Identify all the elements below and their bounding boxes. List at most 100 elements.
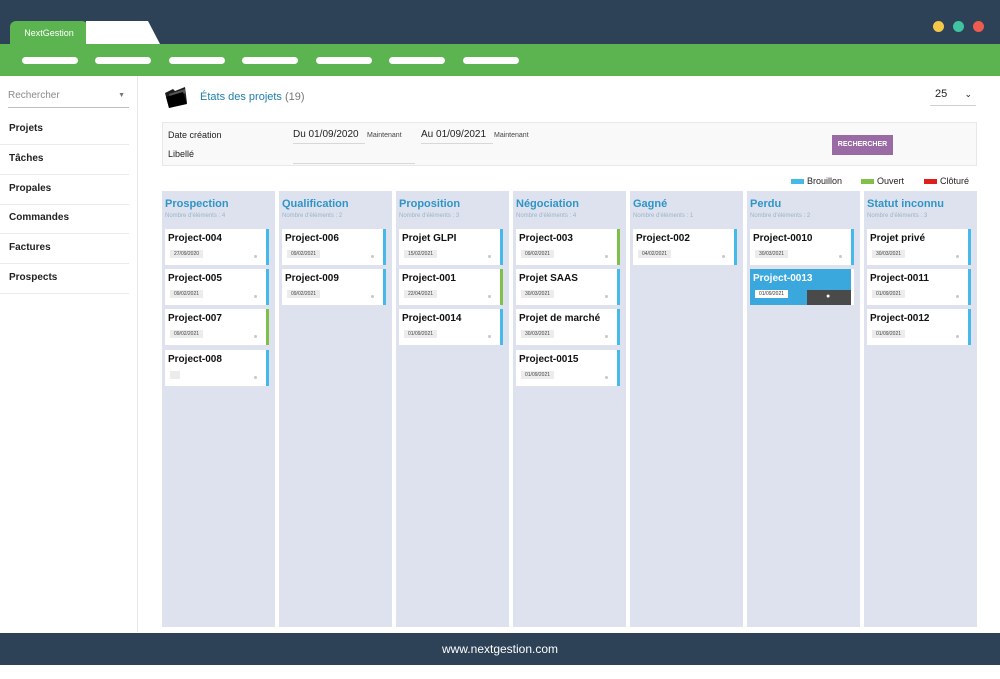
sidebar: Rechercher ▼ Projets Tâches Propales Com… [0,76,138,632]
card-title: Project-0013 [753,273,813,284]
comment-icon[interactable] [254,376,257,379]
project-card[interactable]: Project-007 09/02/2021 [165,309,269,345]
card-title: Project-004 [168,233,222,244]
sidebar-item-propales[interactable]: Propales [0,175,129,205]
legend-brouillon: Brouillon [791,176,842,186]
sidebar-item-commandes[interactable]: Commandes [0,204,129,234]
menu-placeholder-1[interactable] [22,57,78,64]
project-card[interactable]: Projet privé 30/03/2021 [867,229,971,265]
project-card[interactable]: Project-0010 30/03/2021 [750,229,854,265]
menu-placeholder-2[interactable] [95,57,151,64]
comment-button[interactable]: ● [807,290,851,305]
project-card[interactable]: Project-002 04/02/2021 [633,229,737,265]
date-from-field[interactable]: Du 01/09/2020 [293,129,359,140]
menu-placeholder-4[interactable] [242,57,298,64]
chevron-down-icon: ▼ [118,92,125,99]
comment-icon[interactable] [254,295,257,298]
comment-icon[interactable] [254,335,257,338]
close-dot-icon[interactable] [973,21,984,32]
card-title: Projet de marché [519,313,601,324]
date-from-underline [293,143,365,144]
project-card[interactable]: Project-009 09/02/2021 [282,269,386,305]
comment-icon[interactable] [254,255,257,258]
project-card[interactable]: Project-005 09/02/2021 [165,269,269,305]
comment-icon[interactable] [488,295,491,298]
column-title: Perdu [750,198,782,210]
project-card[interactable]: Project-0011 01/09/2021 [867,269,971,305]
comment-icon[interactable] [956,335,959,338]
project-card[interactable]: Project-0015 01/09/2021 [516,350,620,386]
column-count: Nombre d'éléments : 4 [516,213,577,219]
tab-new[interactable] [86,21,160,44]
comment-icon[interactable] [722,255,725,258]
sidebar-item-prospects[interactable]: Prospects [0,264,129,294]
menu-placeholder-7[interactable] [463,57,519,64]
column-count: Nombre d'éléments : 3 [867,213,928,219]
card-title: Project-0015 [519,354,579,365]
maximize-dot-icon[interactable] [953,21,964,32]
date-to-now-link[interactable]: Maintenant [494,132,529,139]
minimize-dot-icon[interactable] [933,21,944,32]
kanban-column: Statut inconnu Nombre d'éléments : 3 Proje… [864,191,977,627]
comment-icon[interactable] [605,335,608,338]
page-size-select[interactable]: 25 ⌄ [930,88,976,106]
tab-nextgestion[interactable]: NextGestion [10,21,100,44]
project-card[interactable]: Project-008 [165,350,269,386]
kanban-column: Qualification Nombre d'éléments : 2 Projec… [279,191,392,627]
sidebar-item-factures[interactable]: Factures [0,234,129,264]
card-title: Project-0011 [870,273,929,284]
card-date-badge: 09/02/2021 [287,290,321,298]
column-count: Nombre d'éléments : 3 [399,213,460,219]
kanban-column: Proposition Nombre d'éléments : 3 Projet G… [396,191,509,627]
card-date-badge: 09/02/2021 [287,250,321,258]
comment-icon[interactable] [605,376,608,379]
sidebar-item-projets[interactable]: Projets [0,115,129,145]
kanban-column: Prospection Nombre d'éléments : 4 Project-… [162,191,275,627]
menu-placeholder-5[interactable] [316,57,372,64]
comment-icon[interactable] [371,255,374,258]
menu-placeholder-3[interactable] [169,57,225,64]
project-card[interactable]: Project-0013 01/09/2021 ● [750,269,854,305]
legend-swatch [924,178,937,184]
sidebar-item-taches[interactable]: Tâches [0,145,129,175]
project-card[interactable]: Project-004 27/09/2020 [165,229,269,265]
card-title: Project-0010 [753,233,813,244]
comment-icon[interactable] [488,255,491,258]
card-title: Project-006 [285,233,339,244]
date-from-now-link[interactable]: Maintenant [367,132,402,139]
comment-icon: ● [826,293,831,300]
project-card[interactable]: Project-0014 01/09/2021 [399,309,503,345]
card-title: Projet privé [870,233,926,244]
project-card[interactable]: Projet de marché 30/03/2021 [516,309,620,345]
column-count: Nombre d'éléments : 2 [750,213,811,219]
project-card[interactable]: Project-006 09/02/2021 [282,229,386,265]
column-title: Négociation [516,198,579,210]
project-card[interactable]: Projet SAAS 30/03/2021 [516,269,620,305]
kanban-column: Négociation Nombre d'éléments : 4 Project-… [513,191,626,627]
date-label: Date création [168,130,222,140]
comment-icon[interactable] [488,335,491,338]
comment-icon[interactable] [605,295,608,298]
menu-placeholder-6[interactable] [389,57,445,64]
card-date-badge: 22/04/2021 [404,290,438,298]
comment-icon[interactable] [956,255,959,258]
search-select[interactable]: Rechercher ▼ [8,90,129,108]
comment-icon[interactable] [839,255,842,258]
project-card[interactable]: Projet GLPI 15/02/2021 [399,229,503,265]
kanban-column: Perdu Nombre d'éléments : 2 Project-0010 30… [747,191,860,627]
card-title: Projet GLPI [402,233,457,244]
comment-icon[interactable] [605,255,608,258]
comment-icon[interactable] [371,295,374,298]
legend-ouvert: Ouvert [861,176,904,186]
search-button[interactable]: RECHERCHER [832,135,893,155]
project-card[interactable]: Project-003 09/02/2021 [516,229,620,265]
project-card[interactable]: Project-001 22/04/2021 [399,269,503,305]
comment-icon[interactable] [956,295,959,298]
card-title: Project-003 [519,233,573,244]
date-to-field[interactable]: Au 01/09/2021 [421,129,486,140]
folder-icon [165,87,187,108]
card-date-badge: 09/02/2021 [521,250,555,258]
project-card[interactable]: Project-0012 01/09/2021 [867,309,971,345]
libelle-input[interactable] [293,163,415,164]
column-count: Nombre d'éléments : 1 [633,213,694,219]
